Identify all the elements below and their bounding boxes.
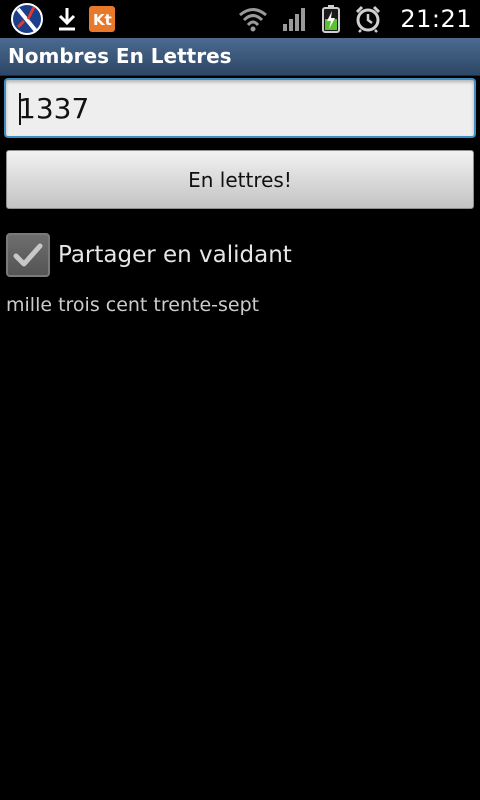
checkmark-icon	[13, 243, 43, 267]
status-time: 21:21	[400, 5, 472, 33]
kt-icon-label: Kt	[93, 11, 112, 29]
result-text: mille trois cent trente-sept	[6, 294, 260, 316]
title-bar: Nombres En Lettres	[0, 38, 480, 76]
kt-app-icon: Kt	[88, 5, 116, 33]
number-input-container	[4, 78, 476, 138]
notification-icons: Kt	[8, 0, 116, 38]
share-checkbox[interactable]	[6, 233, 50, 277]
number-input[interactable]	[14, 86, 472, 130]
app-logo-icon	[8, 1, 46, 37]
status-bar: Kt 21:21	[0, 0, 480, 38]
share-checkbox-label: Partager en validant	[58, 242, 292, 268]
wifi-icon	[238, 6, 268, 32]
share-checkbox-row[interactable]: Partager en validant	[6, 232, 292, 278]
battery-charging-icon	[322, 5, 341, 33]
app-title: Nombres En Lettres	[8, 44, 232, 68]
text-caret	[19, 93, 21, 125]
signal-icon	[282, 6, 308, 32]
download-icon	[56, 6, 78, 32]
convert-button[interactable]: En lettres!	[6, 150, 474, 209]
alarm-clock-icon	[354, 5, 382, 33]
system-icons: 21:21	[238, 0, 472, 38]
